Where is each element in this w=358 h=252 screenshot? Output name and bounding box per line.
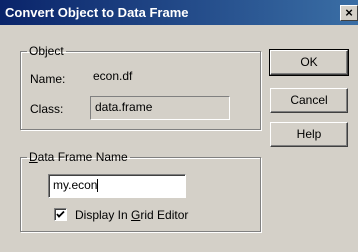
name-value: econ.df (93, 69, 133, 83)
name-label: Name: (30, 72, 66, 86)
title-bar[interactable]: Convert Object to Data Frame × (0, 0, 358, 25)
class-value-field: data.frame (90, 96, 230, 120)
legend-rest: ata Frame Name (37, 150, 128, 164)
check-icon (56, 210, 65, 218)
help-button-label: Help (296, 127, 322, 141)
dataframe-name-legend: Data Frame Name (27, 150, 130, 164)
legend-accelerator: D (29, 150, 38, 164)
cancel-button-label: Cancel (290, 93, 328, 107)
ok-button-label: OK (300, 55, 318, 69)
ok-button[interactable]: OK (269, 49, 349, 76)
display-grid-label[interactable]: Display In Grid Editor (75, 208, 188, 222)
checkbox-label-rest: rid Editor (140, 208, 189, 222)
close-button[interactable]: × (340, 5, 358, 21)
dataframe-name-input[interactable]: my.econ (48, 174, 186, 198)
display-grid-checkbox[interactable] (54, 208, 67, 221)
close-icon: × (345, 5, 353, 20)
checkbox-label-prefix: Display In (75, 208, 132, 222)
help-button[interactable]: Help (270, 122, 348, 147)
text-cursor (97, 179, 99, 193)
class-label: Class: (30, 102, 64, 116)
window-title: Convert Object to Data Frame (5, 5, 189, 20)
object-group-legend: Object (29, 44, 64, 58)
cancel-button[interactable]: Cancel (270, 88, 348, 113)
checkbox-label-accelerator: G (131, 208, 141, 222)
class-value: data.frame (95, 100, 153, 114)
dataframe-name-input-value: my.econ (53, 178, 98, 192)
